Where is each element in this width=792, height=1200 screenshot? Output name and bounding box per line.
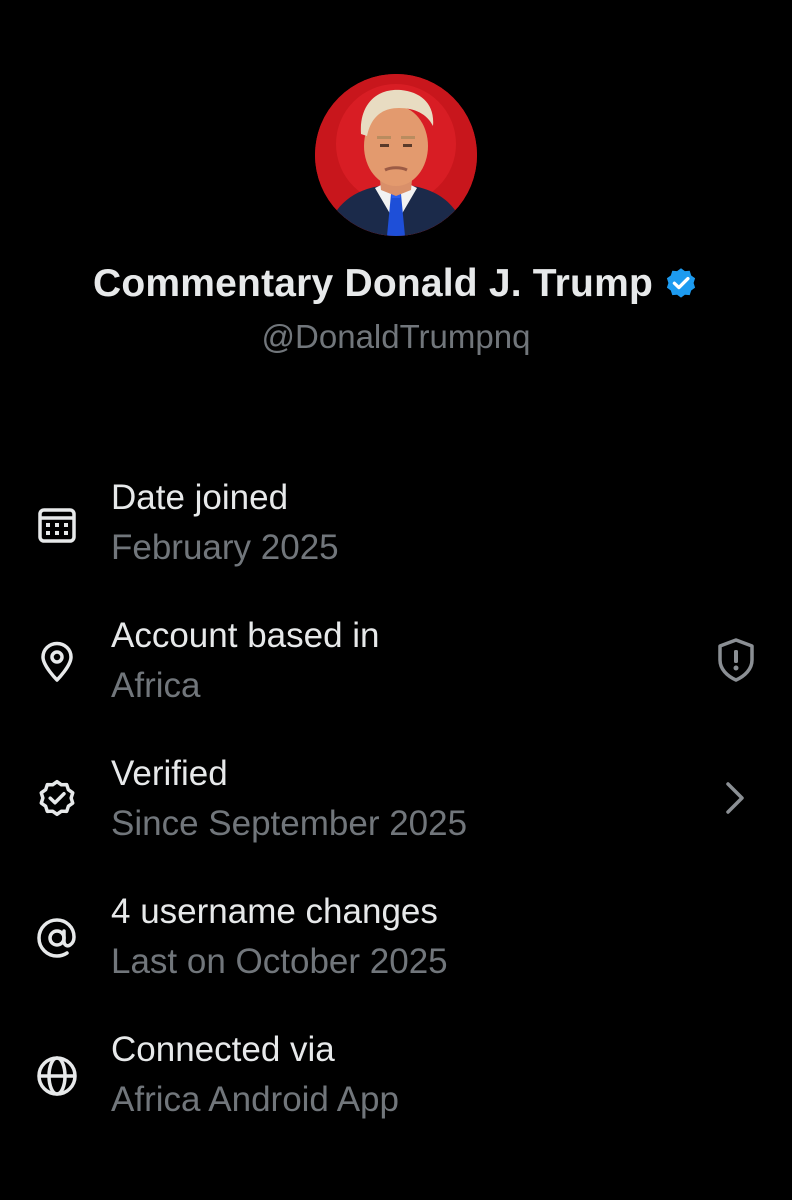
account-based-in-title: Account based in [111, 616, 380, 655]
globe-icon [35, 1054, 79, 1098]
shield-alert-icon[interactable] [714, 636, 758, 684]
date-joined-value: February 2025 [111, 528, 339, 567]
info-row-verified[interactable]: Verified Since September 2025 [0, 748, 792, 858]
user-handle: @DonaldTrumpnq [261, 318, 531, 355]
avatar-image [315, 74, 477, 236]
avatar[interactable] [315, 74, 477, 236]
connected-via-title: Connected via [111, 1030, 335, 1069]
info-row-account-based-in: Account based in Africa [0, 610, 792, 720]
account-based-in-value: Africa [111, 666, 201, 705]
verified-value: Since September 2025 [111, 804, 468, 843]
location-pin-icon [35, 640, 79, 684]
verified-badge-outline-icon [35, 778, 79, 822]
calendar-icon [35, 502, 79, 546]
chevron-right-icon[interactable] [714, 774, 758, 822]
display-name: Commentary Donald J. Trump [93, 262, 653, 305]
verified-badge-icon[interactable] [663, 266, 699, 302]
verified-title: Verified [111, 754, 228, 793]
date-joined-title: Date joined [111, 478, 289, 517]
info-row-connected-via: Connected via Africa Android App [0, 1024, 792, 1134]
info-row-username-changes: 4 username changes Last on October 2025 [0, 886, 792, 996]
username-changes-title: 4 username changes [111, 892, 438, 931]
at-sign-icon [35, 916, 79, 960]
info-row-date-joined: Date joined February 2025 [0, 472, 792, 582]
profile-header: Commentary Donald J. Trump @DonaldTrumpn… [0, 0, 792, 400]
name-row: Commentary Donald J. Trump [0, 262, 792, 306]
username-changes-value: Last on October 2025 [111, 942, 448, 981]
connected-via-value: Africa Android App [111, 1080, 399, 1119]
